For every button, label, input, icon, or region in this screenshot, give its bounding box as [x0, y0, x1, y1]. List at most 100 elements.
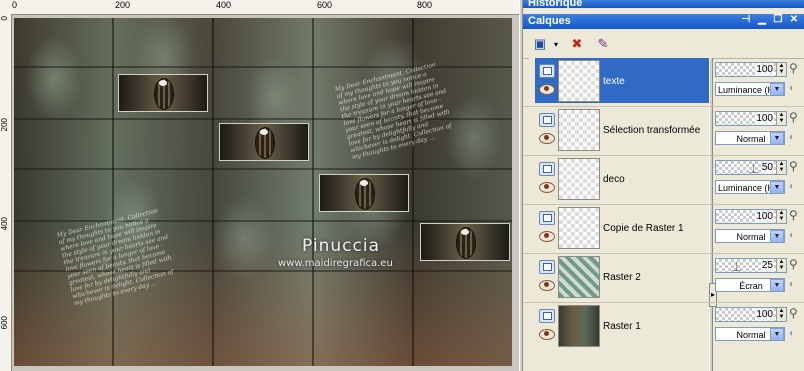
artwork-image[interactable]: My Dear Enchantment, Collection of my th… — [14, 18, 512, 366]
spin-arrows-icon[interactable]: ▲ ▼ — [776, 161, 786, 174]
historique-title: Historique — [528, 0, 583, 8]
layer-row-selection-transformee[interactable]: Sélection transformée — [529, 107, 709, 156]
layer-thumbnail — [558, 109, 600, 151]
calques-titlebar[interactable]: Calques ⊣ ▁ ❐ ✕ — [523, 14, 804, 29]
opacity-slider[interactable]: 100 ▲ ▼ — [715, 111, 787, 126]
blend-lock-icon[interactable]: ◐ — [789, 132, 801, 144]
layers-palette: Historique Calques ⊣ ▁ ❐ ✕ ▣ ▾ ✖ ✎ texte… — [523, 0, 804, 371]
blend-mode-select[interactable]: Normal ▼ — [715, 131, 785, 145]
blend-mode-value: Écran — [739, 281, 763, 291]
pin-icon[interactable]: ⊣ — [740, 14, 752, 26]
layer-row-raster-2[interactable]: Raster 2 — [529, 254, 709, 303]
spin-arrows-icon[interactable]: ▲ ▼ — [776, 63, 786, 76]
chevron-down-icon[interactable]: ▼ — [770, 132, 784, 144]
lock-icon[interactable]: ⚲ — [789, 160, 802, 173]
blend-mode-value: Normal — [736, 134, 766, 144]
visibility-eye-icon[interactable] — [539, 280, 555, 291]
watermark-title: Pinuccia — [302, 236, 380, 256]
row-divider — [523, 253, 804, 254]
delete-layer-icon[interactable]: ✖ — [567, 34, 587, 54]
visibility-eye-icon[interactable] — [539, 84, 555, 95]
layer-props-raster-2: ⏊ 25 ▲ ▼ ⚲ Écran ▼ ◐ — [713, 254, 804, 303]
lock-icon[interactable]: ⚲ — [789, 209, 802, 222]
chevron-down-icon[interactable]: ▼ — [770, 230, 784, 242]
layer-name: Sélection transformée — [603, 125, 701, 136]
calques-title: Calques — [528, 15, 571, 27]
ruler-label: 200 — [115, 0, 131, 10]
spin-arrows-icon[interactable]: ▲ ▼ — [776, 259, 786, 272]
new-layer-icon[interactable]: ▣ — [529, 34, 551, 54]
layer-props-deco: ⏊ 50 ▲ ▼ ⚲ Luminance (H) ▼ ◐ — [713, 156, 804, 205]
layer-name: Raster 1 — [603, 321, 641, 332]
visibility-eye-icon[interactable] — [539, 329, 555, 340]
row-divider — [523, 106, 804, 107]
minimize-icon[interactable]: ▁ — [756, 14, 768, 26]
visibility-eye-icon[interactable] — [539, 133, 555, 144]
vertical-ruler: 0 200 400 600 — [0, 14, 12, 371]
layer-props-copie-de-raster-1: 100 ▲ ▼ ⚲ Normal ▼ ◐ — [713, 205, 804, 254]
lock-icon[interactable]: ⚲ — [789, 258, 802, 271]
slider-marker-icon[interactable]: ⏊ — [749, 162, 758, 175]
historique-titlebar[interactable]: Historique — [523, 0, 804, 8]
opacity-slider[interactable]: ⏊ 25 ▲ ▼ — [715, 258, 787, 273]
blend-mode-select[interactable]: Luminance (H) ▼ — [715, 82, 785, 96]
spin-arrows-icon[interactable]: ▲ ▼ — [776, 308, 786, 321]
chevron-down-icon[interactable]: ▼ — [770, 181, 784, 193]
deco-frame — [118, 74, 208, 112]
opacity-slider[interactable]: 100 ▲ ▼ — [715, 307, 787, 322]
layer-type-icon — [539, 260, 555, 274]
ruler-label: 200 — [0, 118, 9, 132]
layer-row-raster-1[interactable]: Raster 1 — [529, 303, 709, 352]
grid-line — [312, 18, 314, 366]
row-divider — [523, 204, 804, 205]
blend-mode-value: Normal — [736, 232, 766, 242]
visibility-eye-icon[interactable] — [539, 182, 555, 193]
script-text: My Dear Enchantment, Collection of my th… — [334, 61, 453, 162]
blend-lock-icon[interactable]: ◐ — [789, 181, 801, 193]
close-icon[interactable]: ✕ — [788, 14, 800, 26]
opacity-slider[interactable]: 100 ▲ ▼ — [715, 62, 787, 77]
visibility-eye-icon[interactable] — [539, 231, 555, 242]
chevron-down-icon[interactable]: ▼ — [770, 328, 784, 340]
layer-thumbnail — [558, 60, 600, 102]
layer-name: Copie de Raster 1 — [603, 223, 684, 234]
blend-mode-select[interactable]: Normal ▼ — [715, 229, 785, 243]
opacity-slider[interactable]: ⏊ 50 ▲ ▼ — [715, 160, 787, 175]
chevron-down-icon[interactable]: ▼ — [770, 279, 784, 291]
layer-row-deco[interactable]: deco — [529, 156, 709, 205]
opacity-value: 100 — [755, 210, 774, 223]
chevron-down-icon[interactable]: ▼ — [770, 83, 784, 95]
lock-icon[interactable]: ⚲ — [789, 111, 802, 124]
grid-line — [14, 220, 512, 222]
blend-mode-value: Luminance (H) — [718, 85, 778, 95]
edit-selection-icon[interactable]: ✎ — [593, 34, 613, 54]
opacity-value: 100 — [755, 63, 774, 76]
spin-arrows-icon[interactable]: ▲ ▼ — [776, 210, 786, 223]
blend-lock-icon[interactable]: ◐ — [789, 328, 801, 340]
opacity-value: 100 — [755, 308, 774, 321]
opacity-slider[interactable]: 100 ▲ ▼ — [715, 209, 787, 224]
layer-name: Raster 2 — [603, 272, 641, 283]
blend-lock-icon[interactable]: ◐ — [789, 83, 801, 95]
blend-lock-icon[interactable]: ◐ — [789, 279, 801, 291]
blend-lock-icon[interactable]: ◐ — [789, 230, 801, 242]
restore-icon[interactable]: ❐ — [772, 14, 784, 26]
layer-row-copie-de-raster-1[interactable]: Copie de Raster 1 — [529, 205, 709, 254]
grid-line — [212, 18, 214, 366]
row-divider — [523, 302, 804, 303]
layer-thumbnail — [558, 158, 600, 200]
grid-line — [112, 18, 114, 366]
opacity-value: 100 — [755, 112, 774, 125]
slider-marker-icon[interactable]: ⏊ — [732, 260, 741, 273]
layer-type-icon — [539, 211, 555, 225]
layers-list: texte Sélection transformée deco Copie d… — [529, 58, 709, 371]
blend-mode-select[interactable]: Luminance (H) ▼ — [715, 180, 785, 194]
blend-mode-select[interactable]: Écran ▼ — [715, 278, 785, 292]
dropdown-arrow-icon[interactable]: ▾ — [551, 34, 561, 54]
image-canvas-area[interactable]: 0 200 400 600 800 0 200 400 600 My Dear … — [0, 0, 519, 371]
blend-mode-select[interactable]: Normal ▼ — [715, 327, 785, 341]
spin-arrows-icon[interactable]: ▲ ▼ — [776, 112, 786, 125]
layer-row-texte[interactable]: texte — [529, 58, 709, 107]
lock-icon[interactable]: ⚲ — [789, 307, 802, 320]
lock-icon[interactable]: ⚲ — [789, 62, 802, 75]
